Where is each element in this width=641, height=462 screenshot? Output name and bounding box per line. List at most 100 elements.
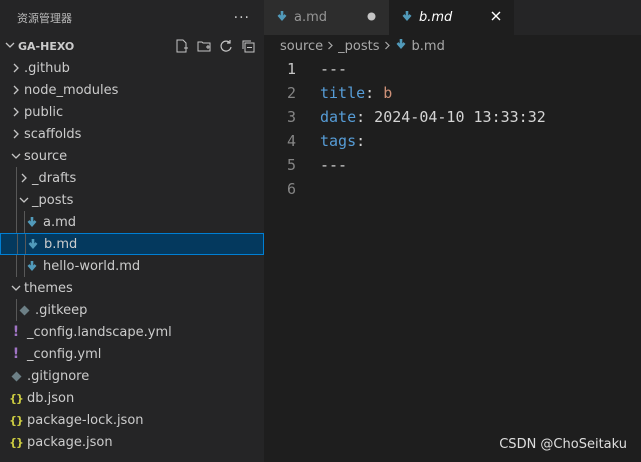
breadcrumb-item[interactable]: _posts xyxy=(338,39,379,54)
indent-guide xyxy=(16,189,17,211)
tree-item-themes[interactable]: themes xyxy=(0,277,264,299)
markdown-icon xyxy=(401,10,413,26)
more-actions-button[interactable]: ··· xyxy=(234,10,250,26)
code-line[interactable]: 5 --- xyxy=(264,153,641,177)
code-editor[interactable]: 1 --- 2 title: b 3 date: 2024-04-10 13:33:32 4… xyxy=(264,57,641,201)
tree-item-label: a.md xyxy=(43,214,77,230)
breadcrumb-item[interactable]: source xyxy=(280,39,323,54)
tab-b-md[interactable]: b.md xyxy=(389,0,514,35)
tree-item-b-md[interactable]: b.md xyxy=(0,233,264,255)
code-token: --- xyxy=(320,60,348,78)
tree-item-a-md[interactable]: a.md xyxy=(0,211,264,233)
code-token: --- xyxy=(320,156,348,174)
line-text: --- xyxy=(320,60,347,78)
editor-tabs: a.md b.md xyxy=(264,0,641,35)
tree-item-label: themes xyxy=(24,280,73,296)
line-number: 3 xyxy=(286,108,296,126)
chevron-right-icon xyxy=(384,40,391,53)
chevron-right-icon[interactable] xyxy=(8,107,24,117)
workspace-section-header[interactable]: GA-HEXO xyxy=(0,35,264,57)
tree-item-label: source xyxy=(24,148,68,164)
explorer-header: 资源管理器 ··· xyxy=(0,0,264,35)
tree-item-label: _posts xyxy=(32,192,74,208)
code-token: : xyxy=(356,132,366,150)
tree-item-config-landscape-yml[interactable]: ! _config.landscape.yml xyxy=(0,321,264,343)
tab-a-md[interactable]: a.md xyxy=(264,0,389,35)
unsaved-dot-icon[interactable] xyxy=(363,10,379,25)
tree-item-public[interactable]: public xyxy=(0,101,264,123)
new-folder-icon[interactable] xyxy=(196,38,212,54)
chevron-right-icon[interactable] xyxy=(8,63,24,73)
tree-item-label: .gitkeep xyxy=(35,302,88,318)
tab-label: b.md xyxy=(419,10,453,25)
chevron-right-icon[interactable] xyxy=(16,173,32,183)
tree-item-gitignore[interactable]: .gitignore xyxy=(0,365,264,387)
chevron-right-icon[interactable] xyxy=(8,129,24,139)
line-text: date: 2024-04-10 13:33:32 xyxy=(320,108,546,126)
chevron-down-icon[interactable] xyxy=(16,196,32,204)
tree-item-hello-world-md[interactable]: hello-world.md xyxy=(0,255,264,277)
tree-item-label: package.json xyxy=(27,434,113,450)
code-token: tags xyxy=(320,132,357,150)
indent-guide xyxy=(16,299,17,321)
tree-item-label: _config.yml xyxy=(27,346,102,362)
refresh-icon[interactable] xyxy=(218,38,234,54)
tree-item-package-json[interactable]: {} package.json xyxy=(0,431,264,453)
tree-item-posts[interactable]: _posts xyxy=(0,189,264,211)
git-icon xyxy=(16,305,32,316)
indent-guide xyxy=(17,234,18,254)
yaml-icon: ! xyxy=(12,324,20,340)
tree-item-label: _drafts xyxy=(32,170,77,186)
tree-item-source[interactable]: source xyxy=(0,145,264,167)
tree-item-node-modules[interactable]: node_modules xyxy=(0,79,264,101)
tree-item-db-json[interactable]: {} db.json xyxy=(0,387,264,409)
breadcrumb: source _posts b.md xyxy=(264,35,641,57)
tree-item-package-lock-json[interactable]: {} package-lock.json xyxy=(0,409,264,431)
code-token: : 2024-04-10 13:33:32 xyxy=(356,108,546,126)
tree-item-scaffolds[interactable]: scaffolds xyxy=(0,123,264,145)
chevron-down-icon[interactable] xyxy=(8,284,24,292)
markdown-icon xyxy=(24,260,40,272)
line-number: 6 xyxy=(286,180,296,198)
indent-guide xyxy=(25,234,26,254)
chevron-down-icon xyxy=(2,40,18,53)
tab-label: a.md xyxy=(294,10,328,25)
code-token: b xyxy=(383,84,393,102)
code-line[interactable]: 1 --- xyxy=(264,57,641,81)
tree-item-drafts[interactable]: _drafts xyxy=(0,167,264,189)
json-icon: {} xyxy=(9,435,24,449)
tree-item-label: public xyxy=(24,104,64,120)
tree-item-config-yml[interactable]: ! _config.yml xyxy=(0,343,264,365)
tree-item-label: _config.landscape.yml xyxy=(27,324,172,340)
tree-item-label: package-lock.json xyxy=(27,412,144,428)
tree-item-label: node_modules xyxy=(24,82,119,98)
tree-item-label: .gitignore xyxy=(27,368,90,384)
code-token: date xyxy=(320,108,357,126)
tree-item-label: .github xyxy=(24,60,70,76)
tree-item-label: scaffolds xyxy=(24,126,82,142)
chevron-right-icon xyxy=(327,40,334,53)
breadcrumb-item[interactable]: b.md xyxy=(412,39,445,54)
tree-item-github[interactable]: .github xyxy=(0,57,264,79)
line-text: tags: xyxy=(320,132,365,150)
code-line[interactable]: 3 date: 2024-04-10 13:33:32 xyxy=(264,105,641,129)
chevron-right-icon[interactable] xyxy=(8,85,24,95)
tree-item-label: hello-world.md xyxy=(43,258,141,274)
markdown-icon xyxy=(25,238,41,250)
collapse-all-icon[interactable] xyxy=(240,38,256,54)
tree-item-gitkeep[interactable]: .gitkeep xyxy=(0,299,264,321)
code-line[interactable]: 4 tags: xyxy=(264,129,641,153)
indent-guide xyxy=(16,167,17,189)
markdown-icon xyxy=(24,216,40,228)
line-number: 4 xyxy=(286,132,296,150)
new-file-icon[interactable] xyxy=(174,38,190,54)
watermark: CSDN @ChoSeitaku xyxy=(499,437,627,452)
workspace-name: GA-HEXO xyxy=(18,39,75,53)
code-line[interactable]: 2 title: b xyxy=(264,81,641,105)
indent-guide xyxy=(16,211,17,233)
code-line[interactable]: 6 xyxy=(264,177,641,201)
line-number: 5 xyxy=(286,156,296,174)
chevron-down-icon[interactable] xyxy=(8,152,24,160)
close-icon[interactable] xyxy=(488,10,504,25)
explorer-sidebar: 资源管理器 ··· GA-HEXO .github node_modulespub… xyxy=(0,0,264,462)
